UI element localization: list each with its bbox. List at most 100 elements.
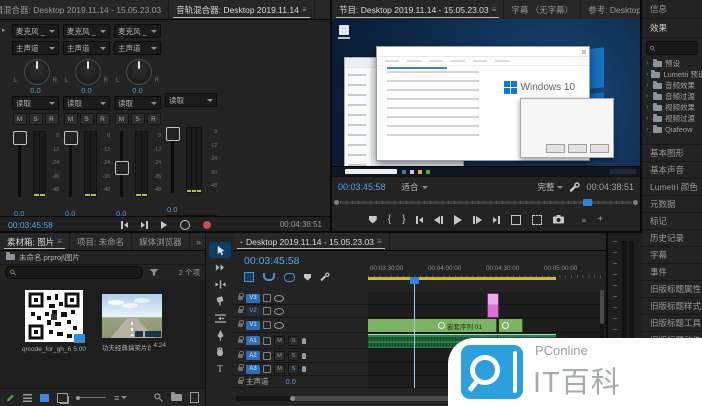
sync-l:ock-icon[interactable]: [263, 365, 271, 373]
sidebar-tab[interactable]: 标记: [642, 213, 702, 230]
go-to-out-button[interactable]: [141, 221, 148, 229]
bin-item-video[interactable]: 功夫经典搞笑片段... 4:24: [102, 294, 172, 352]
program-timecode[interactable]: 00:03:45:58: [338, 182, 386, 192]
track-badge[interactable]: A2: [246, 351, 260, 360]
settings-wrench-icon[interactable]: [569, 182, 580, 193]
zoom-slider[interactable]: [76, 396, 106, 400]
item-name[interactable]: 功夫经典搞笑片段...: [102, 342, 151, 352]
tool-ripple-edit[interactable]: [209, 276, 231, 292]
effects-bin[interactable]: › Lumetri 预设: [642, 69, 702, 80]
add-marker-icon[interactable]: [304, 274, 311, 281]
master-level-value[interactable]: 0.0: [286, 377, 296, 386]
tool-type[interactable]: T: [209, 361, 231, 377]
solo-button[interactable]: S: [288, 364, 299, 374]
tab-effects[interactable]: 效果: [642, 19, 702, 38]
icon-view-icon[interactable]: [40, 394, 49, 402]
tab-sequence[interactable]: • Desktop 2019.11.14 - 15.05.23.03 ≡: [233, 233, 390, 250]
play-stop-button[interactable]: [454, 215, 462, 225]
sort-icon[interactable]: ≡: [114, 393, 127, 403]
chevron-right-icon[interactable]: ›: [646, 126, 650, 133]
extract-button[interactable]: [532, 215, 542, 225]
lock-icon[interactable]: [238, 296, 243, 300]
fader-handle[interactable]: [13, 131, 27, 145]
sync-lock-icon[interactable]: [263, 321, 271, 329]
zoom-level-select[interactable]: 适合: [402, 181, 428, 193]
output-select[interactable]: 主声道: [114, 41, 161, 55]
pan-knob[interactable]: [75, 59, 101, 85]
linked-selection-icon[interactable]: [284, 273, 295, 282]
loop-button[interactable]: [180, 220, 190, 230]
add-marker-button[interactable]: [369, 216, 377, 224]
tab-bin-pictures[interactable]: 素材箱: 图片 ≡: [0, 233, 70, 250]
chevron-right-icon[interactable]: ›: [646, 60, 650, 67]
tab-project[interactable]: 项目: 未命名: [70, 233, 132, 250]
track-badge[interactable]: V2: [246, 307, 260, 316]
sidebar-tab[interactable]: Lumetri 颜色: [642, 179, 702, 196]
mute-button[interactable]: M: [115, 113, 129, 125]
lock-icon[interactable]: [238, 323, 243, 327]
panel-collapse-icon[interactable]: ▸: [2, 26, 6, 34]
record-arm-button[interactable]: R: [147, 113, 161, 125]
sync-lock-icon[interactable]: [263, 352, 271, 360]
scrubber-handle-right[interactable]: [633, 200, 638, 205]
mute-button[interactable]: M: [274, 351, 285, 361]
automation-mode-select[interactable]: 读取: [165, 93, 217, 107]
bin-breadcrumb[interactable]: 未命名.prproj\图片: [0, 250, 211, 265]
tab-audio-track-mixer[interactable]: 音轨混合器: Desktop 2019.11.14 ≡: [169, 0, 314, 19]
lock-icon[interactable]: [238, 309, 243, 313]
effects-bin[interactable]: › 音频过渡: [642, 91, 702, 102]
snap-magnet-icon[interactable]: [263, 273, 275, 281]
mark-in-button[interactable]: {: [388, 214, 391, 225]
mute-button[interactable]: M: [13, 113, 27, 125]
sync-lock-icon[interactable]: [263, 294, 271, 302]
track-badge[interactable]: V3: [246, 294, 260, 303]
tab-captions[interactable]: 字幕 （无字幕）: [504, 0, 581, 19]
tool-track-select[interactable]: [209, 259, 231, 275]
chevron-right-icon[interactable]: ›: [646, 93, 650, 100]
output-select[interactable]: 主声道: [63, 41, 110, 55]
effects-bin[interactable]: › 预设: [642, 58, 702, 69]
list-view-icon[interactable]: [23, 394, 32, 402]
chevron-right-icon[interactable]: ›: [646, 71, 648, 78]
tool-slip[interactable]: [209, 310, 231, 326]
output-select[interactable]: 主声道: [12, 41, 59, 55]
track-badge[interactable]: V1: [246, 321, 260, 330]
solo-button[interactable]: S: [288, 351, 299, 361]
item-name[interactable]: qrcode_for_gh_6ed343...: [22, 346, 71, 353]
tab-info[interactable]: 信息: [642, 0, 702, 19]
timeline-settings-wrench-icon[interactable]: [320, 272, 330, 282]
input-select[interactable]: 麦克风 _: [12, 24, 59, 38]
chevron-right-icon[interactable]: ›: [646, 82, 650, 89]
solo-button[interactable]: S: [80, 113, 94, 125]
tool-hand[interactable]: [209, 344, 231, 360]
automation-mode-select[interactable]: 读取: [114, 96, 161, 110]
sidebar-tab[interactable]: 旧版标题样式: [642, 298, 702, 315]
tab-audio-clip-mixer[interactable]: 音频剪辑混合器: Desktop 2019.11.14 - 15.05.23.0…: [0, 0, 169, 19]
sidebar-tab[interactable]: 旧版标题工具: [642, 315, 702, 332]
pan-knob[interactable]: [126, 59, 152, 85]
go-to-in-button[interactable]: [121, 221, 128, 229]
filter-icon[interactable]: [149, 269, 159, 276]
record-button[interactable]: [203, 221, 211, 229]
lock-icon[interactable]: [238, 339, 243, 343]
clip-graphics-pink[interactable]: [487, 293, 499, 318]
automation-mode-select[interactable]: 读取: [63, 96, 110, 110]
fader-handle[interactable]: [166, 127, 180, 141]
button-editor-icon[interactable]: +: [597, 214, 603, 225]
mic-icon[interactable]: [302, 366, 306, 372]
tool-pen[interactable]: [209, 327, 231, 343]
sidebar-tab[interactable]: 基本图形: [642, 145, 702, 162]
track-badge[interactable]: A3: [246, 365, 260, 374]
chevron-right-icon[interactable]: ›: [646, 115, 650, 122]
work-area-bar[interactable]: [368, 277, 556, 280]
tab-program[interactable]: 节目: Desktop 2019.11.14 - 15.05.23.03 ≡: [332, 0, 504, 19]
playback-resolution-select[interactable]: 完整: [537, 181, 563, 193]
lift-button[interactable]: [511, 215, 521, 225]
effects-bin[interactable]: › 视频过渡: [642, 113, 702, 124]
panel-menu-icon[interactable]: ≡: [302, 5, 307, 14]
sidebar-tab[interactable]: 历史记录: [642, 230, 702, 247]
mic-icon[interactable]: [302, 338, 306, 344]
timeline-playhead-head[interactable]: [410, 277, 419, 284]
transport-overflow-icon[interactable]: »: [581, 215, 586, 225]
step-forward-button[interactable]: [473, 216, 482, 224]
